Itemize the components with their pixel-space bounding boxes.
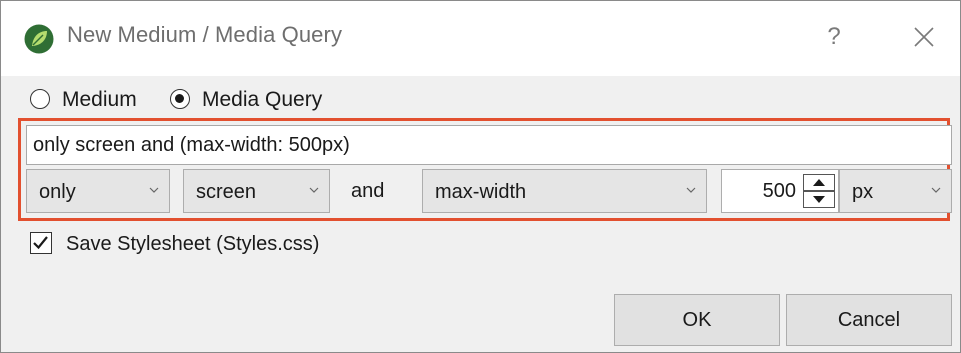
spin-up-button[interactable] — [803, 174, 835, 191]
spinbox-value: 500 — [762, 180, 796, 202]
chevron-down-icon — [686, 187, 696, 193]
feature-select-value: max-width — [435, 181, 527, 203]
media-type-select[interactable]: screen — [183, 169, 330, 213]
window-title: New Medium / Media Query — [67, 22, 343, 47]
chevron-down-icon — [931, 187, 941, 193]
media-query-radio[interactable] — [170, 89, 190, 109]
media-query-input[interactable]: only screen and (max-width: 500px) — [26, 125, 952, 165]
value-spinbox[interactable]: 500 — [721, 169, 839, 213]
ok-button[interactable]: OK — [614, 294, 780, 346]
feature-select[interactable]: max-width — [422, 169, 707, 213]
cancel-button[interactable]: Cancel — [786, 294, 952, 346]
modifier-select-value: only — [39, 181, 76, 203]
close-icon[interactable] — [906, 19, 942, 55]
chevron-down-icon — [309, 187, 319, 193]
title-bar: New Medium / Media Query ? — [1, 1, 960, 76]
save-stylesheet-checkbox[interactable] — [30, 232, 52, 254]
new-medium-dialog: New Medium / Media Query ? Medium Media … — [0, 0, 961, 353]
modifier-select[interactable]: only — [26, 169, 170, 213]
media-type-select-value: screen — [196, 181, 257, 203]
save-stylesheet-label[interactable]: Save Stylesheet (Styles.css) — [66, 230, 319, 258]
triangle-down-icon — [813, 196, 825, 203]
chevron-down-icon — [149, 187, 159, 193]
unit-select[interactable]: px — [839, 169, 952, 213]
radio-selected-dot — [175, 94, 184, 103]
spinbox-buttons — [803, 174, 835, 208]
help-button[interactable]: ? — [819, 17, 849, 57]
checkmark-icon — [33, 236, 48, 250]
unit-select-value: px — [852, 181, 874, 203]
triangle-up-icon — [813, 179, 825, 186]
medium-radio-label[interactable]: Medium — [62, 86, 137, 114]
and-label: and — [351, 180, 385, 202]
media-query-radio-label[interactable]: Media Query — [202, 86, 322, 114]
medium-radio[interactable] — [30, 89, 50, 109]
app-logo-leaf-icon — [24, 24, 54, 54]
spin-down-button[interactable] — [803, 191, 835, 208]
